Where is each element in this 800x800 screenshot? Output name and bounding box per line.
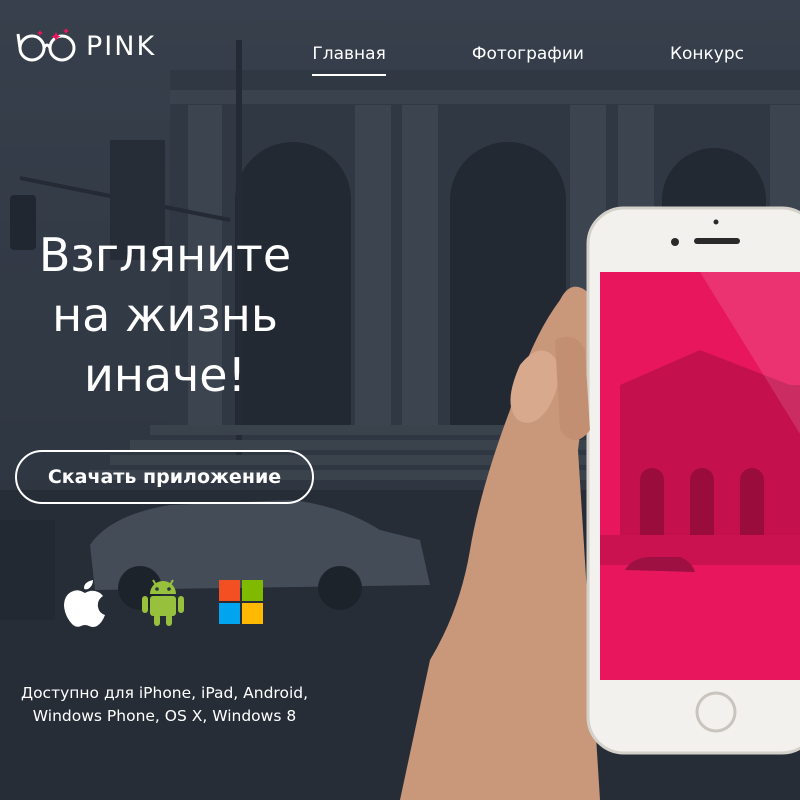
apple-icon (60, 576, 110, 628)
headline-line: Взгляните (38, 228, 292, 282)
hero-section: PINK Главная Фотографии Конкурс Взглянит… (0, 0, 800, 800)
glasses-icon (16, 28, 76, 62)
nav-item-contest[interactable]: Конкурс (670, 44, 744, 64)
windows-icon (216, 576, 266, 628)
main-nav: Главная Фотографии Конкурс (226, 44, 744, 76)
platform-icons (60, 576, 294, 628)
brand-name: PINK (86, 30, 157, 62)
availability-text: Доступно для iPhone, iPad, Android, Wind… (12, 682, 317, 728)
headline-line: на жизнь (52, 288, 278, 342)
availability-line: Windows Phone, OS X, Windows 8 (32, 707, 297, 725)
availability-line: Доступно для iPhone, iPad, Android, (20, 684, 309, 702)
brand-logo[interactable]: PINK (16, 28, 156, 64)
phone-in-hand-image (400, 206, 800, 800)
android-icon (138, 576, 188, 628)
nav-item-home[interactable]: Главная (312, 44, 387, 76)
headline-line: иначе! (83, 348, 247, 402)
download-app-button[interactable]: Скачать приложение (15, 450, 314, 504)
nav-item-photos[interactable]: Фотографии (472, 44, 584, 64)
hero-headline: Взгляните на жизнь иначе! (20, 225, 310, 405)
